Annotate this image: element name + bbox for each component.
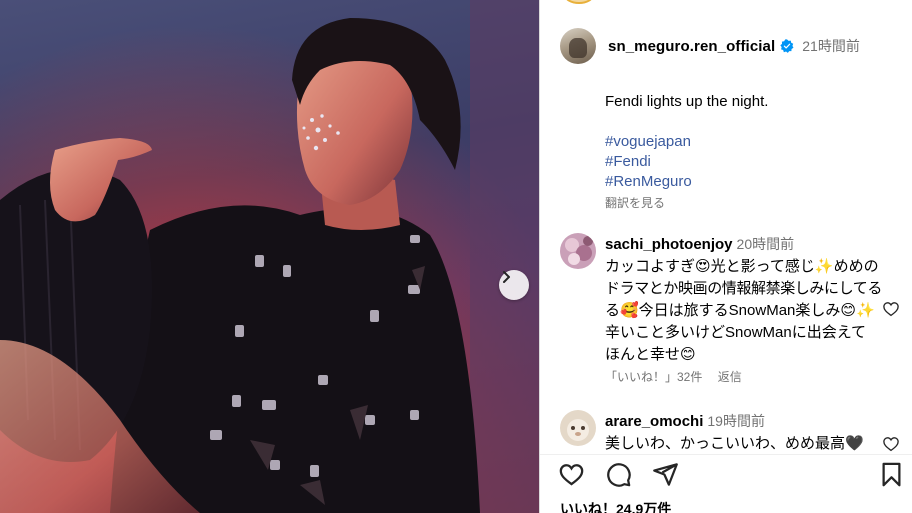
paper-plane-icon[interactable] <box>652 461 679 488</box>
actions-divider <box>540 454 912 455</box>
verified-badge-icon <box>780 39 794 53</box>
hashtag-link[interactable]: #Fendi <box>605 152 895 172</box>
comment-like-heart-icon[interactable] <box>882 435 900 453</box>
comment-username[interactable]: sachi_photoenjoy <box>605 236 733 253</box>
next-photo-button[interactable] <box>499 270 529 300</box>
author-avatar[interactable] <box>560 28 596 64</box>
comment-username[interactable]: arare_omochi <box>605 413 703 430</box>
post-caption: Fendi lights up the night. #voguejapan #… <box>605 92 895 192</box>
post-action-bar <box>558 461 904 491</box>
post-header: sn_meguro.ren_official 21時間前 <box>560 27 860 65</box>
commenter-avatar[interactable] <box>560 233 596 269</box>
comment-time: 19時間前 <box>707 413 765 429</box>
story-avatar-peek[interactable] <box>564 0 594 4</box>
author-username[interactable]: sn_meguro.ren_official <box>608 38 775 55</box>
post-photo[interactable] <box>0 0 539 513</box>
bookmark-icon[interactable] <box>878 461 905 488</box>
comment-body: sachi_photoenjoy 20時間前 カッコよすぎ😍光と影って感じ✨めめの… <box>605 233 882 366</box>
hashtag-link[interactable]: #RenMeguro <box>605 172 895 192</box>
comment-meta: 「いいね！」32件 返信 <box>605 368 754 385</box>
comment-text-line: カッコよすぎ😍光と影って感じ✨めめの <box>605 258 879 275</box>
comment-icon[interactable] <box>605 461 632 488</box>
comment-time: 20時間前 <box>736 236 795 252</box>
comment-reply-button[interactable]: 返信 <box>718 370 742 384</box>
comment-text-line: 辛いこと多いけどSnowManに出会えて <box>605 324 866 341</box>
commenter-avatar[interactable] <box>560 410 596 446</box>
comment-text-line: ほんと幸せ😊 <box>605 346 696 363</box>
post-time: 21時間前 <box>802 38 860 54</box>
commenter-avatar-image <box>560 410 596 446</box>
comment-like-heart-icon[interactable] <box>882 300 900 318</box>
comment-text-line: 美しいわ、かっこいいわ、めめ最高🖤 <box>605 435 864 452</box>
commenter-avatar-image <box>560 233 596 269</box>
chevron-right-icon <box>503 271 510 283</box>
post-detail-panel: sn_meguro.ren_official 21時間前 Fendi light… <box>539 0 912 513</box>
post-like-count[interactable]: いいね！24.9万件 <box>560 499 671 513</box>
comment-text-line: る🥰今日は旅するSnowMan楽しみ😊✨ <box>605 302 875 319</box>
see-translation-link[interactable]: 翻訳を見る <box>605 194 665 211</box>
comment-body: arare_omochi 19時間前 美しいわ、かっこいいわ、めめ最高🖤 <box>605 410 877 455</box>
hashtag-link[interactable]: #voguejapan <box>605 132 895 152</box>
post-photo-image <box>0 0 539 513</box>
comment-like-count[interactable]: 「いいね！」32件 <box>605 370 702 384</box>
caption-text: Fendi lights up the night. <box>605 93 769 110</box>
comment-text-line: ドラマとか映画の情報解禁楽しみにしてる <box>605 280 882 297</box>
heart-icon[interactable] <box>558 461 585 488</box>
